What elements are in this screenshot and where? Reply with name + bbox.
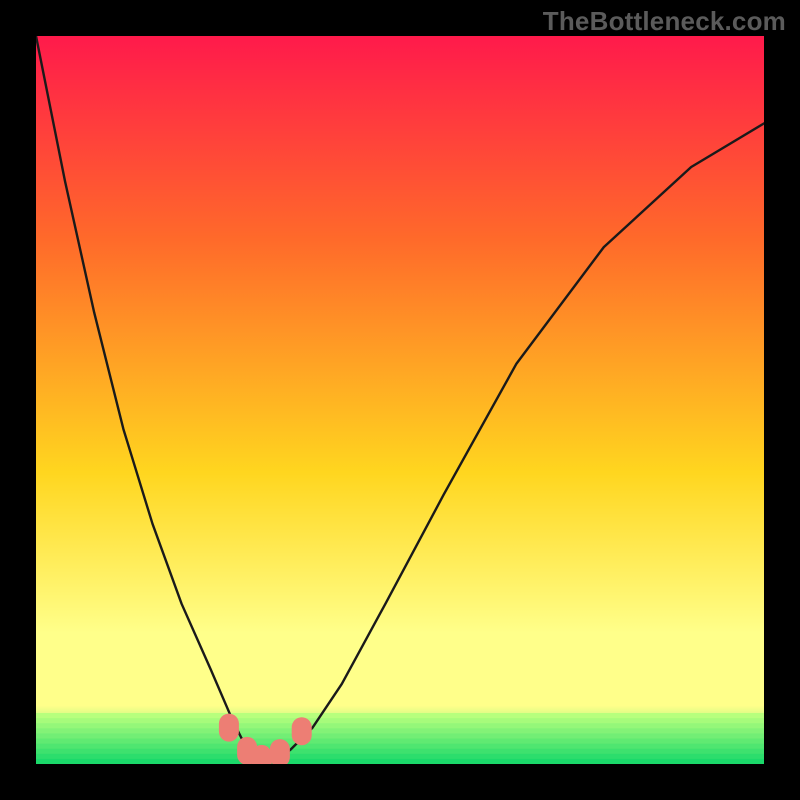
green-strip-line: [36, 733, 764, 739]
green-strip-line: [36, 759, 764, 764]
curve-marker-2: [252, 745, 272, 764]
curve-marker-4: [292, 717, 312, 745]
curve-marker-3: [270, 739, 290, 764]
attribution-text: TheBottleneck.com: [543, 6, 786, 37]
green-strip-line: [36, 713, 764, 719]
chart-frame: TheBottleneck.com: [0, 0, 800, 800]
green-strip-line: [36, 744, 764, 750]
green-strip-line: [36, 728, 764, 734]
plot-area: [36, 36, 764, 764]
green-strip-line: [36, 749, 764, 755]
green-strip-line: [36, 718, 764, 724]
chart-svg: [36, 36, 764, 764]
curve-marker-0: [219, 714, 239, 742]
green-strip-line: [36, 754, 764, 760]
yellow-band: [36, 633, 764, 706]
green-strip-line: [36, 723, 764, 729]
green-strip-line: [36, 739, 764, 745]
